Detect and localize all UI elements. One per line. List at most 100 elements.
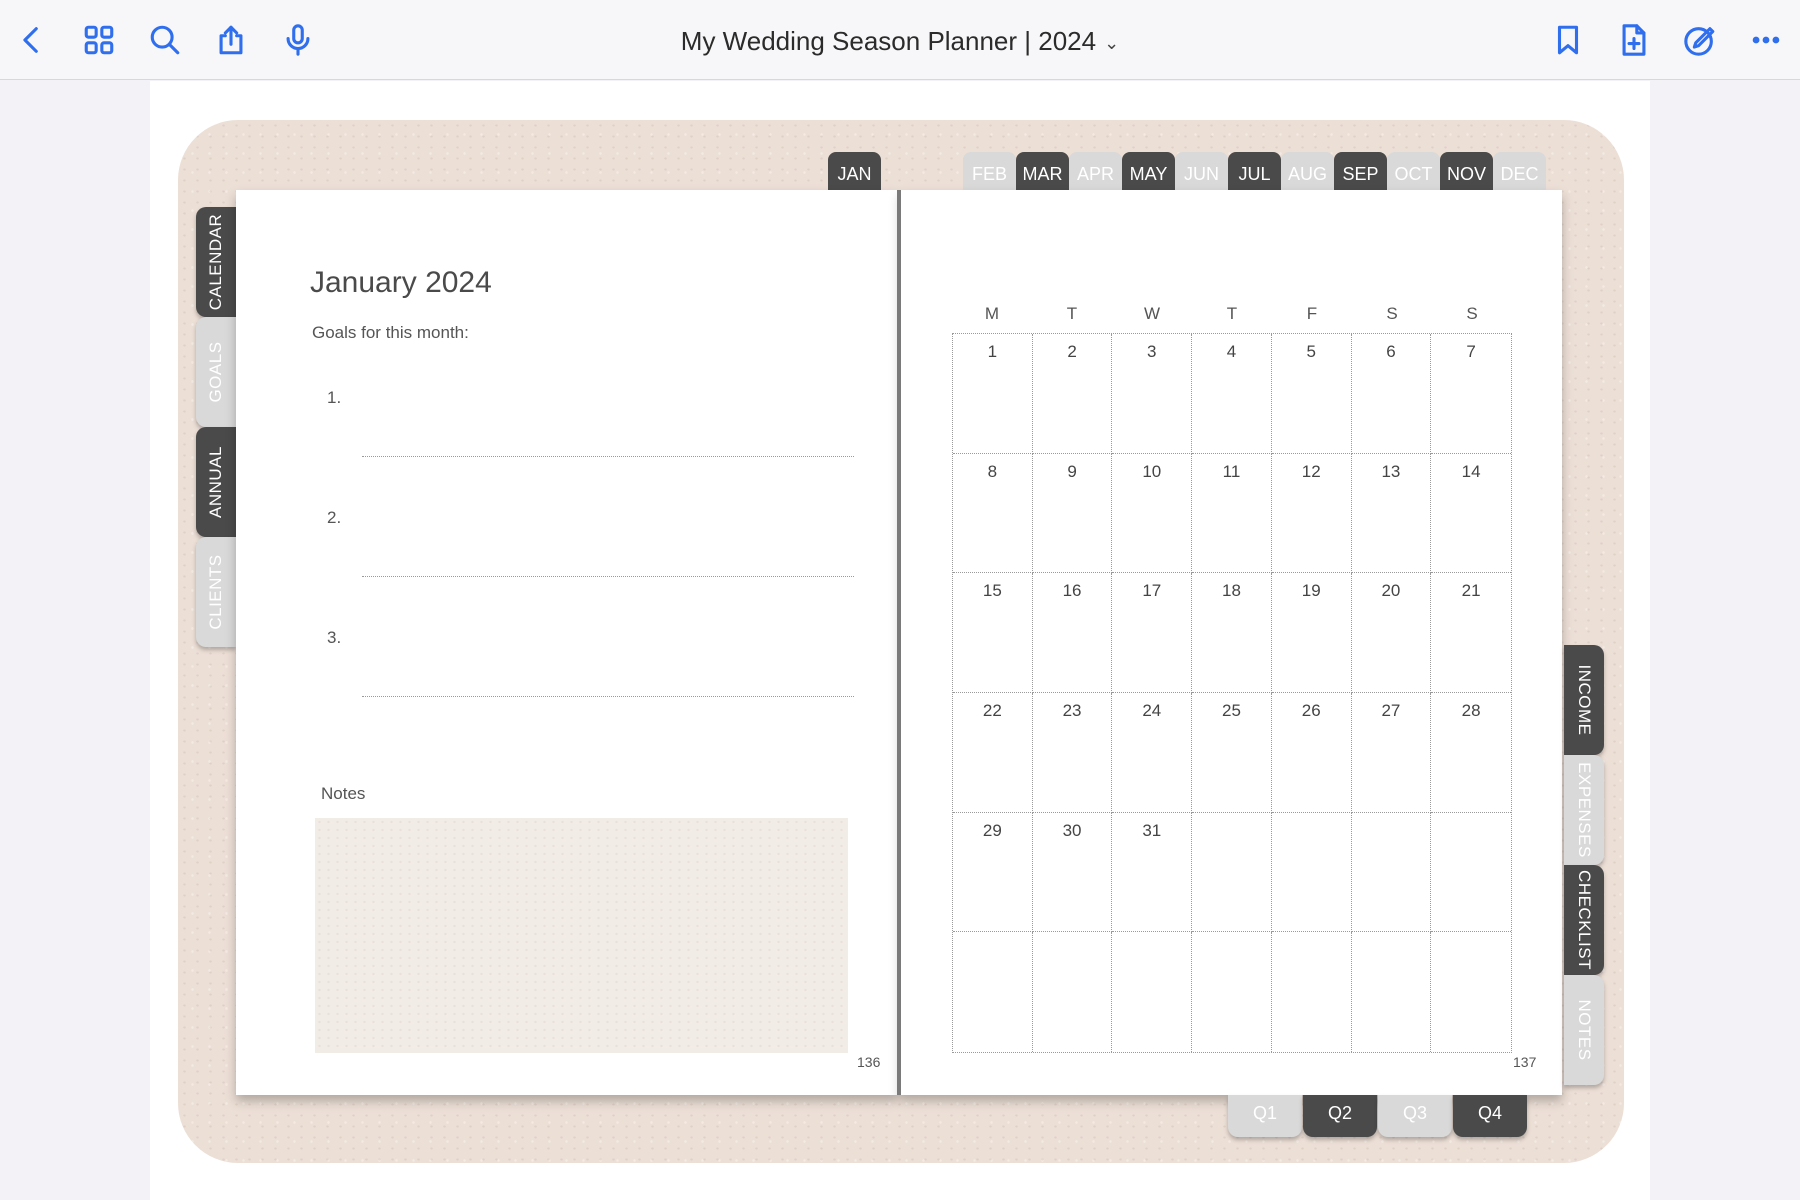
calendar-day-cell[interactable]: 31 bbox=[1112, 812, 1193, 933]
goal-number: 3. bbox=[327, 628, 342, 647]
tab-q3[interactable]: Q3 bbox=[1378, 1095, 1452, 1137]
calendar-day-cell[interactable]: 24 bbox=[1112, 692, 1193, 813]
weekday-header: M bbox=[984, 304, 1000, 323]
calendar-day-cell[interactable]: 1 bbox=[953, 334, 1033, 454]
tab-goals-label: GOALS bbox=[206, 341, 225, 403]
calendar-day-cell[interactable] bbox=[953, 932, 1033, 1052]
goal-number: 2. bbox=[327, 508, 342, 527]
calendar-day-cell[interactable]: 6 bbox=[1351, 334, 1432, 454]
top-toolbar: My Wedding Season Planner | 2024 ⌄ bbox=[0, 0, 1800, 80]
tab-sep[interactable]: SEP bbox=[1334, 152, 1387, 190]
tab-apr[interactable]: APR bbox=[1069, 152, 1122, 190]
calendar-day-cell[interactable] bbox=[1351, 812, 1432, 933]
tab-nov[interactable]: NOV bbox=[1440, 152, 1493, 190]
calendar-day-cell[interactable]: 9 bbox=[1032, 453, 1113, 574]
page-number-left: 136 bbox=[857, 1054, 881, 1070]
tab-annual-label: ANNUAL bbox=[206, 446, 225, 518]
tab-jul[interactable]: JUL bbox=[1228, 152, 1281, 190]
tab-expenses[interactable]: EXPENSES bbox=[1564, 755, 1604, 865]
month-title: January 2024 bbox=[310, 266, 492, 299]
weekday-header: S bbox=[1386, 304, 1398, 323]
calendar-day-cell[interactable]: 22 bbox=[953, 692, 1033, 813]
calendar-day-cell[interactable] bbox=[1431, 813, 1511, 933]
markup-icon[interactable] bbox=[1680, 20, 1720, 60]
goal-number: 1. bbox=[327, 388, 342, 407]
tab-q4[interactable]: Q4 bbox=[1453, 1095, 1527, 1137]
calendar-day-cell[interactable] bbox=[1192, 812, 1272, 933]
calendar-grid: 1 2 3 4 5 6 7 8 9 10 11 12 13 14 15 16 17 18 19 20 21 22 23 24 2… bbox=[952, 333, 1512, 1053]
weekday-header: T bbox=[1226, 304, 1238, 323]
calendar-day-cell[interactable]: 30 bbox=[1032, 812, 1113, 933]
goal-line[interactable] bbox=[362, 696, 854, 697]
tab-clients[interactable]: CLIENTS bbox=[196, 537, 236, 647]
calendar-day-cell[interactable] bbox=[1271, 812, 1352, 933]
calendar-day-cell[interactable]: 11 bbox=[1192, 453, 1272, 574]
tab-checklist-label: CHECKLIST bbox=[1575, 870, 1594, 970]
goal-line[interactable] bbox=[362, 576, 854, 577]
tab-clients-label: CLIENTS bbox=[206, 554, 225, 630]
calendar-day-cell[interactable]: 16 bbox=[1032, 573, 1113, 693]
calendar-day-cell[interactable]: 23 bbox=[1032, 692, 1113, 813]
calendar-day-cell[interactable]: 14 bbox=[1431, 454, 1511, 574]
calendar-day-cell[interactable]: 13 bbox=[1351, 453, 1432, 574]
tab-goals[interactable]: GOALS bbox=[196, 317, 236, 427]
calendar-day-cell[interactable]: 4 bbox=[1192, 334, 1272, 454]
calendar-day-cell[interactable]: 12 bbox=[1271, 453, 1352, 574]
goal-line[interactable] bbox=[362, 456, 854, 457]
notes-area[interactable] bbox=[315, 818, 848, 1053]
bookmark-icon[interactable] bbox=[1548, 20, 1588, 60]
calendar-day-cell[interactable]: 20 bbox=[1351, 573, 1432, 693]
calendar-day-cell[interactable]: 29 bbox=[953, 812, 1033, 933]
calendar-day-cell[interactable]: 28 bbox=[1431, 693, 1511, 813]
tab-expenses-label: EXPENSES bbox=[1575, 762, 1594, 858]
tab-checklist[interactable]: CHECKLIST bbox=[1564, 865, 1604, 975]
document-title-text: My Wedding Season Planner | 2024 bbox=[680, 26, 1097, 56]
calendar-day-cell[interactable]: 17 bbox=[1112, 573, 1193, 693]
tab-jun[interactable]: JUN bbox=[1175, 152, 1228, 190]
calendar-day-cell[interactable] bbox=[1431, 932, 1511, 1052]
calendar-day-cell[interactable] bbox=[1033, 932, 1113, 1052]
calendar-day-cell[interactable] bbox=[1352, 932, 1432, 1052]
tab-jan[interactable]: JAN bbox=[828, 152, 881, 190]
calendar-day-cell[interactable]: 7 bbox=[1431, 334, 1511, 454]
tab-may[interactable]: MAY bbox=[1122, 152, 1175, 190]
calendar-day-cell[interactable] bbox=[1112, 932, 1193, 1052]
tab-notes[interactable]: NOTES bbox=[1564, 975, 1604, 1085]
chevron-down-icon: ⌄ bbox=[1104, 32, 1120, 53]
tab-feb[interactable]: FEB bbox=[963, 152, 1016, 190]
add-page-icon[interactable] bbox=[1614, 20, 1654, 60]
tab-income[interactable]: INCOME bbox=[1564, 645, 1604, 755]
calendar-day-cell[interactable]: 18 bbox=[1192, 573, 1272, 693]
tab-calendar-label: CALENDAR bbox=[206, 213, 225, 311]
page-number-right: 137 bbox=[1513, 1054, 1537, 1070]
goals-label: Goals for this month: bbox=[312, 323, 469, 342]
tab-oct[interactable]: OCT bbox=[1387, 152, 1440, 190]
weekday-header: S bbox=[1466, 304, 1478, 323]
tab-q1[interactable]: Q1 bbox=[1228, 1095, 1302, 1137]
tab-q2[interactable]: Q2 bbox=[1303, 1095, 1377, 1137]
calendar-day-cell[interactable]: 27 bbox=[1351, 692, 1432, 813]
calendar-day-cell[interactable]: 5 bbox=[1271, 334, 1352, 454]
tab-annual[interactable]: ANNUAL bbox=[196, 427, 236, 537]
calendar-day-cell[interactable]: 2 bbox=[1032, 334, 1113, 454]
calendar-day-cell[interactable]: 26 bbox=[1271, 692, 1352, 813]
more-icon[interactable] bbox=[1746, 20, 1786, 60]
tab-calendar[interactable]: CALENDAR bbox=[196, 207, 236, 317]
calendar-day-cell[interactable]: 25 bbox=[1192, 692, 1272, 813]
calendar-day-cell[interactable]: 3 bbox=[1112, 334, 1193, 454]
calendar-day-cell[interactable]: 15 bbox=[953, 573, 1033, 693]
calendar-day-cell[interactable]: 10 bbox=[1112, 453, 1193, 574]
notes-label: Notes bbox=[321, 784, 366, 803]
calendar-day-cell[interactable]: 8 bbox=[953, 453, 1033, 574]
calendar-day-cell[interactable]: 21 bbox=[1431, 573, 1511, 693]
tab-dec[interactable]: DEC bbox=[1493, 152, 1546, 190]
calendar-day-cell[interactable] bbox=[1192, 932, 1272, 1052]
weekday-header: T bbox=[1066, 304, 1078, 323]
page-spine bbox=[897, 190, 901, 1095]
calendar-day-cell[interactable] bbox=[1272, 932, 1352, 1052]
tab-aug[interactable]: AUG bbox=[1281, 152, 1334, 190]
document-title[interactable]: My Wedding Season Planner | 2024 ⌄ bbox=[0, 26, 1800, 57]
tab-mar[interactable]: MAR bbox=[1016, 152, 1069, 190]
calendar-day-cell[interactable]: 19 bbox=[1271, 573, 1352, 693]
weekday-header: F bbox=[1306, 304, 1318, 323]
